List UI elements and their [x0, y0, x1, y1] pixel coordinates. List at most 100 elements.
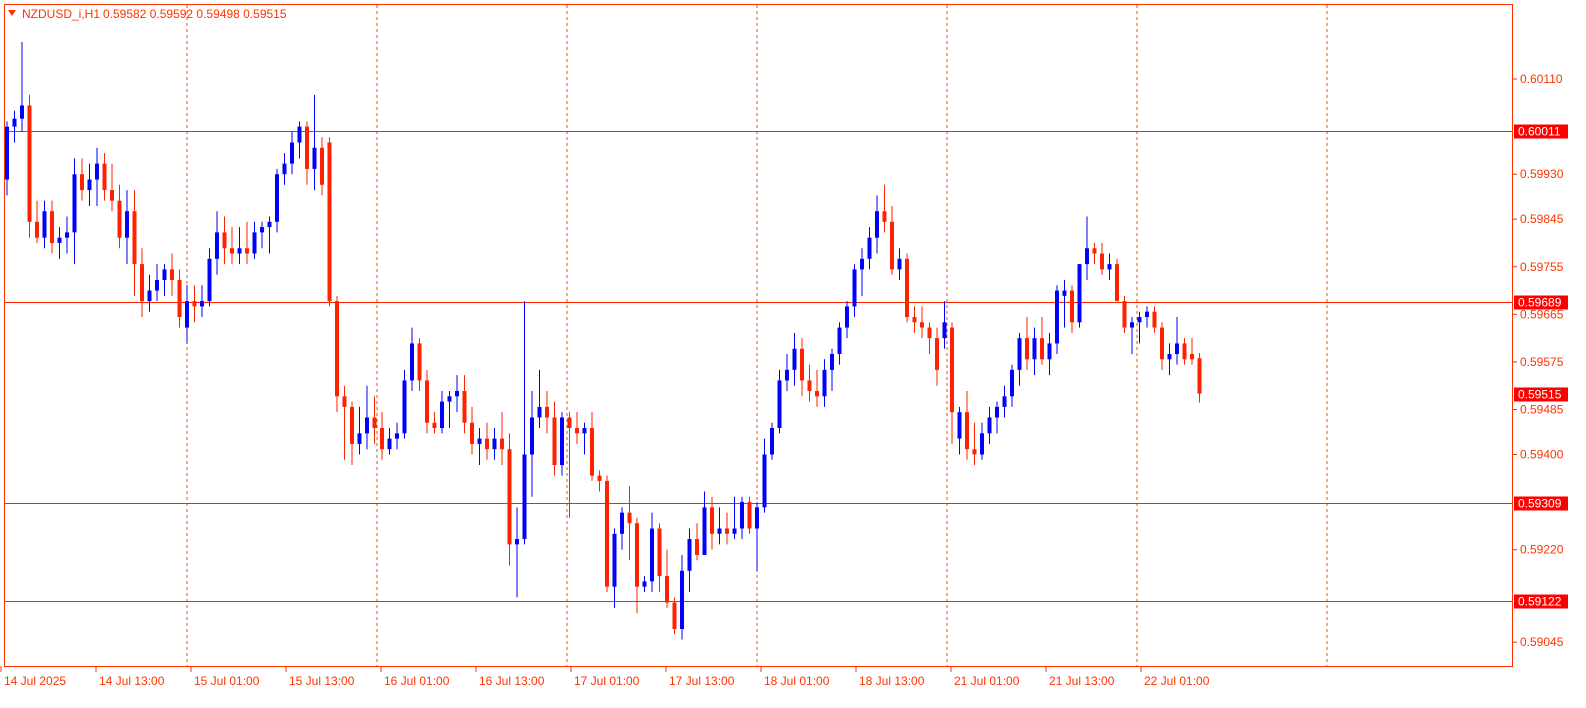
candle-body — [920, 322, 924, 328]
y-tick-label: 0.59400 — [1520, 447, 1564, 461]
candle-body — [230, 248, 234, 254]
candle-body — [822, 369, 827, 397]
bear-candle[interactable] — [1115, 258, 1119, 302]
price-axis: 0.601100.599300.598450.597550.596650.595… — [1512, 72, 1568, 649]
candle-body — [800, 348, 804, 381]
bear-candle[interactable] — [327, 137, 332, 307]
candle-body — [785, 369, 789, 381]
x-tick-label: 18 Jul 01:00 — [764, 674, 830, 688]
candle-body — [95, 163, 99, 180]
candle-body — [837, 327, 842, 355]
x-tick-label: 15 Jul 01:00 — [194, 674, 260, 688]
candle-body — [1130, 322, 1134, 328]
candle-body — [215, 232, 219, 259]
candle-body — [170, 269, 174, 280]
candle-body — [612, 533, 617, 587]
candle-body — [1152, 311, 1157, 328]
candle-body — [815, 391, 819, 397]
candle-body — [1055, 290, 1059, 344]
y-tick-label: 0.59575 — [1520, 355, 1564, 369]
candle-body — [942, 322, 947, 339]
bull-candle[interactable] — [1077, 264, 1082, 328]
candle-body — [1025, 338, 1029, 360]
candle-body — [125, 211, 129, 238]
candle-body — [522, 454, 527, 540]
candle-body — [770, 428, 774, 455]
candle-body — [380, 428, 384, 450]
bear-candle[interactable] — [747, 496, 752, 534]
candle-body — [282, 163, 287, 175]
bear-candle[interactable] — [605, 475, 609, 592]
bear-candle[interactable] — [335, 295, 339, 413]
candle-body — [72, 174, 77, 233]
x-tick-label: 14 Jul 2025 — [4, 674, 66, 688]
candle-body — [1040, 338, 1044, 360]
y-tick-label: 0.59045 — [1520, 635, 1564, 649]
candle-body — [732, 528, 737, 534]
chart-header: NZDUSD_i,H1 0.59582 0.59592 0.59498 0.59… — [8, 7, 287, 21]
x-tick-label: 14 Jul 13:00 — [99, 674, 165, 688]
candle-body — [740, 502, 744, 529]
candle-body — [1160, 327, 1164, 360]
y-tick-label: 0.59220 — [1520, 543, 1564, 557]
candle-body — [177, 279, 182, 317]
candle-body — [980, 433, 984, 455]
x-tick-label: 15 Jul 13:00 — [289, 674, 355, 688]
candle-body — [1197, 358, 1202, 394]
candle-body — [995, 406, 999, 418]
candle-body — [260, 227, 264, 233]
candle-body — [717, 528, 722, 534]
candle-body — [702, 507, 707, 555]
candle-body — [852, 269, 857, 307]
candle-body — [957, 412, 962, 439]
candle-body — [560, 417, 564, 466]
candle-body — [545, 406, 549, 418]
candle-body — [1092, 248, 1097, 254]
candle-body — [620, 512, 624, 534]
bear-candle[interactable] — [905, 253, 909, 323]
price-chart[interactable]: 0.601100.599300.598450.597550.596650.595… — [0, 0, 1586, 703]
bear-candle[interactable] — [27, 94, 32, 238]
candle-body — [627, 512, 632, 524]
candle-body — [1017, 338, 1022, 370]
candle-body — [12, 118, 17, 127]
candle-body — [470, 422, 474, 444]
candle-body — [1010, 369, 1014, 397]
candle-body — [485, 438, 489, 450]
candle-body — [50, 211, 54, 243]
candle-body — [305, 126, 309, 169]
candle-body — [357, 433, 362, 444]
candle-body — [747, 502, 752, 529]
bear-candle[interactable] — [1122, 295, 1127, 333]
candle-body — [477, 438, 482, 444]
candle-body — [102, 163, 107, 191]
candle-body — [350, 406, 354, 444]
candle-body — [1137, 316, 1142, 323]
candle-body — [395, 433, 399, 439]
bull-candle[interactable] — [770, 422, 774, 460]
candle-body — [792, 348, 797, 370]
candle-body — [1167, 354, 1172, 360]
candle-body — [1190, 354, 1194, 360]
bear-candle[interactable] — [672, 597, 677, 635]
x-tick-label: 21 Jul 13:00 — [1049, 674, 1115, 688]
candle-body — [1100, 253, 1104, 270]
candle-body — [192, 301, 197, 307]
candle-body — [147, 290, 152, 302]
candle-body — [162, 269, 167, 280]
candle-body — [590, 428, 594, 476]
candle-body — [65, 232, 69, 238]
candle-body — [845, 306, 849, 328]
candle-body — [207, 258, 212, 302]
candle-body — [200, 301, 204, 307]
candle-body — [935, 338, 939, 370]
candle-body — [875, 211, 879, 238]
y-tick-label: 0.59755 — [1520, 260, 1564, 274]
candle-body — [417, 343, 422, 381]
candle-body — [762, 454, 767, 508]
x-tick-label: 22 Jul 01:00 — [1144, 674, 1210, 688]
candle-body — [1145, 311, 1149, 317]
candle-body — [342, 396, 347, 407]
candle-body — [312, 147, 317, 169]
candle-body — [297, 126, 302, 143]
